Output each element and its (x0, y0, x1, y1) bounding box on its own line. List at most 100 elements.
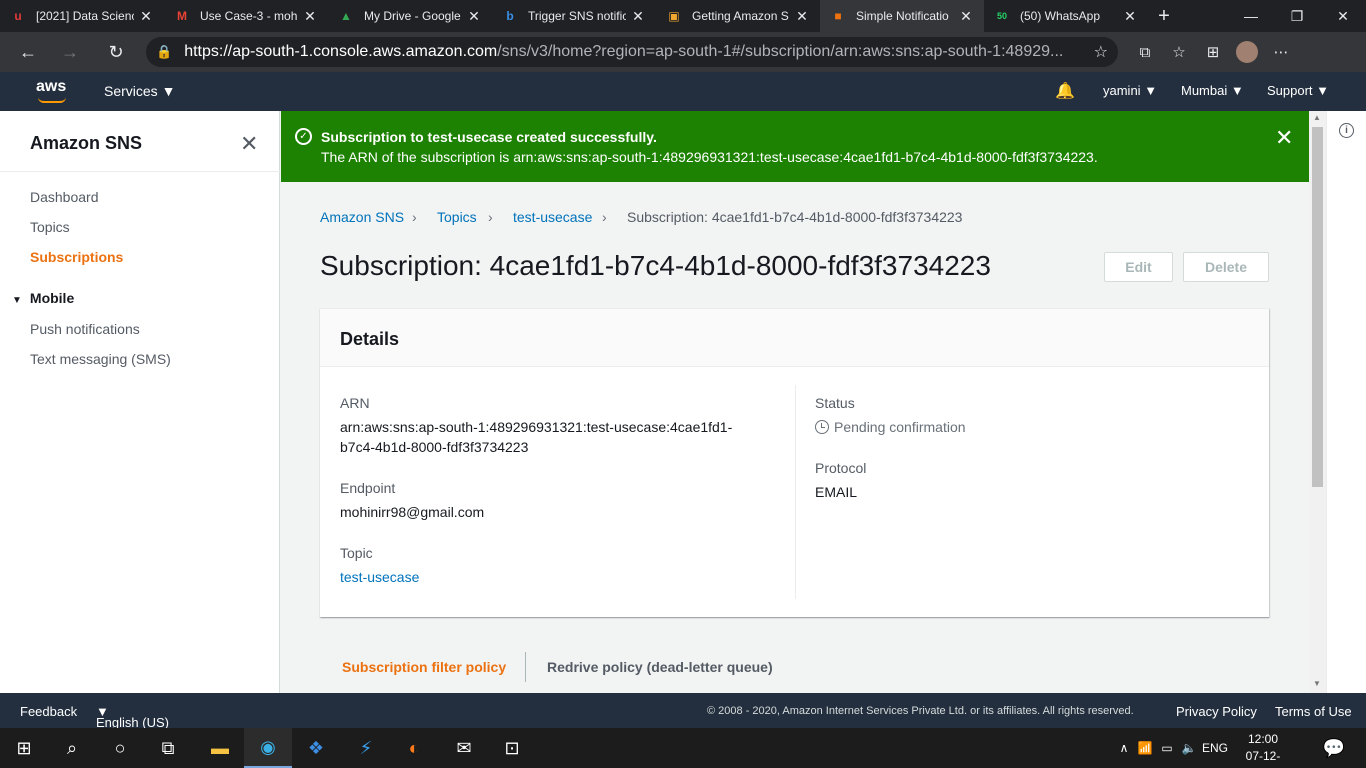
battery-icon[interactable]: ▭ (1156, 741, 1178, 755)
sidebar-group-mobile[interactable]: ▼ Mobile (12, 290, 74, 306)
language-selector[interactable]: English (US) ▼ (96, 704, 169, 730)
chevron-up-icon[interactable]: ∧ (1114, 741, 1134, 755)
browser-tab[interactable]: b Trigger SNS notific ✕ (492, 0, 656, 32)
dismiss-close-icon[interactable]: ✕ (1275, 125, 1293, 151)
close-icon[interactable]: ✕ (958, 8, 974, 25)
windows-start-icon[interactable]: ⊞ (0, 728, 48, 768)
browser-tab[interactable]: M Use Case-3 - mohi ✕ (164, 0, 328, 32)
favorite-star-icon[interactable]: ☆ (1094, 42, 1108, 62)
notifications-icon[interactable]: 💬 (1310, 728, 1358, 768)
lock-icon: 🔒 (156, 44, 173, 59)
edge-browser-icon[interactable]: ◉ (244, 728, 292, 768)
bing-icon: b (506, 9, 514, 23)
close-icon[interactable]: ✕ (630, 8, 646, 25)
arn-label: ARN (340, 395, 370, 411)
topic-link[interactable]: test-usecase (340, 567, 419, 587)
language-indicator[interactable]: ENG (1200, 741, 1230, 755)
file-explorer-icon[interactable]: ▬ (196, 728, 244, 768)
delete-button[interactable]: Delete (1183, 252, 1269, 282)
close-window-icon[interactable]: ✕ (1320, 0, 1366, 32)
tab-redrive-policy[interactable]: Redrive policy (dead-letter queue) (547, 659, 773, 675)
details-panel: Details ARN arn:aws:sns:ap-south-1:48929… (320, 308, 1269, 617)
region-menu[interactable]: Mumbai ▼ (1181, 83, 1244, 98)
forward-icon[interactable]: → (50, 32, 90, 72)
more-menu-icon[interactable]: ⋯ (1264, 43, 1298, 61)
favorites-icon[interactable]: ☆ (1162, 43, 1196, 61)
browser-tab-active[interactable]: ■ Simple Notificatio ✕ (820, 0, 984, 32)
vscode-icon[interactable]: ⚡ (342, 728, 390, 768)
mail-icon[interactable]: ✉ (440, 728, 488, 768)
window-controls: — ❐ ✕ (1228, 0, 1366, 32)
wifi-icon[interactable]: 📶 (1134, 741, 1156, 755)
terms-of-use-link[interactable]: Terms of Use (1275, 704, 1352, 719)
account-menu[interactable]: yamini ▼ (1103, 83, 1157, 98)
privacy-policy-link[interactable]: Privacy Policy (1176, 704, 1257, 719)
new-tab-button[interactable]: + (1148, 0, 1180, 32)
refresh-icon[interactable]: ↻ (96, 32, 136, 72)
extension-icon[interactable]: ⧉ (1128, 44, 1162, 61)
notification-bell-icon[interactable]: 🔔 (1055, 81, 1075, 101)
caret-down-icon: ▼ (12, 295, 22, 306)
browser-tab[interactable]: 50 (50) WhatsApp ✕ (984, 0, 1148, 32)
browser-tab[interactable]: ▲ My Drive - Google ✕ (328, 0, 492, 32)
sidebar-item-dashboard[interactable]: Dashboard (30, 189, 99, 205)
sidebar-item-text-messaging[interactable]: Text messaging (SMS) (30, 351, 171, 367)
breadcrumb-topics[interactable]: Topics (437, 209, 477, 225)
status-value: Pending confirmation (815, 417, 966, 437)
close-icon[interactable]: ✕ (138, 8, 154, 25)
column-divider (795, 385, 796, 599)
cortana-icon[interactable]: ○ (96, 728, 144, 768)
sidebar-item-subscriptions[interactable]: Subscriptions (30, 249, 123, 265)
collections-icon[interactable]: ⊞ (1196, 43, 1230, 61)
store-icon[interactable]: ⊡ (488, 728, 536, 768)
browser-tab-strip: u [2021] Data Science ✕ M Use Case-3 - m… (0, 0, 1366, 32)
scroll-down-icon[interactable]: ▼ (1313, 679, 1321, 688)
close-icon[interactable]: ✕ (1122, 8, 1138, 25)
sidebar-title: Amazon SNS (30, 133, 143, 153)
upgrad-icon: u (14, 9, 22, 23)
task-view-icon[interactable]: ⧉ (144, 728, 192, 768)
browser-tab[interactable]: ▣ Getting Amazon S ✕ (656, 0, 820, 32)
scrollbar-thumb[interactable] (1312, 127, 1323, 487)
close-icon[interactable]: ✕ (240, 131, 258, 157)
browser-tab-title: Use Case-3 - mohi (200, 9, 298, 23)
google-drive-icon: ▲ (340, 9, 352, 23)
breadcrumb-amazon-sns[interactable]: Amazon SNS (320, 209, 404, 225)
browser-tab-title: My Drive - Google (364, 9, 461, 23)
sidebar-item-push-notifications[interactable]: Push notifications (30, 321, 140, 337)
breadcrumb: test-usecase (513, 209, 592, 225)
scroll-up-icon[interactable]: ▲ (1313, 113, 1321, 122)
dropbox-icon[interactable]: ❖ (292, 728, 340, 768)
support-menu[interactable]: Support ▼ (1267, 83, 1329, 98)
restore-icon[interactable]: ❐ (1274, 0, 1320, 32)
close-icon[interactable]: ✕ (466, 8, 482, 25)
browser-tab[interactable]: u [2021] Data Science ✕ (0, 0, 164, 32)
aws-logo[interactable]: aws (36, 78, 72, 104)
feedback-link[interactable]: Feedback (20, 704, 77, 719)
info-icon[interactable]: i (1339, 123, 1354, 138)
address-bar[interactable]: 🔒 https://ap-south-1.console.aws.amazon.… (146, 37, 1118, 67)
sidebar: Amazon SNS ✕ Dashboard Topics Subscripti… (0, 111, 280, 693)
copyright-text: © 2008 - 2020, Amazon Internet Services … (707, 705, 1134, 717)
close-icon[interactable]: ✕ (794, 8, 810, 25)
protocol-label: Protocol (815, 460, 867, 476)
system-clock[interactable]: 12:00 07-12-2020 (1238, 731, 1288, 768)
scrollbar[interactable]: ▲ ▼ (1309, 111, 1326, 693)
tab-subscription-filter-policy[interactable]: Subscription filter policy (342, 659, 506, 675)
back-icon[interactable]: ← (8, 32, 48, 72)
profile-avatar[interactable] (1236, 41, 1258, 63)
edit-button[interactable]: Edit (1104, 252, 1173, 282)
minimize-icon[interactable]: — (1228, 0, 1274, 32)
search-icon[interactable]: ⌕ (48, 728, 96, 768)
volume-icon[interactable]: 🔈 (1178, 741, 1200, 755)
clock-icon (815, 420, 829, 434)
browser-tab-title: (50) WhatsApp (1020, 9, 1101, 23)
aws-icon: ■ (834, 9, 842, 23)
sidebar-item-topics[interactable]: Topics (30, 219, 70, 235)
services-menu[interactable]: Services ▼ (104, 83, 175, 99)
browser-toolbar: ← → ↻ 🔒 https://ap-south-1.console.aws.a… (0, 32, 1366, 72)
firefox-icon[interactable]: ◐ (390, 728, 438, 768)
browser-tab-title: Simple Notificatio (856, 9, 949, 23)
close-icon[interactable]: ✕ (302, 8, 318, 25)
breadcrumb-test-usecase[interactable]: test-usecase (513, 209, 592, 225)
